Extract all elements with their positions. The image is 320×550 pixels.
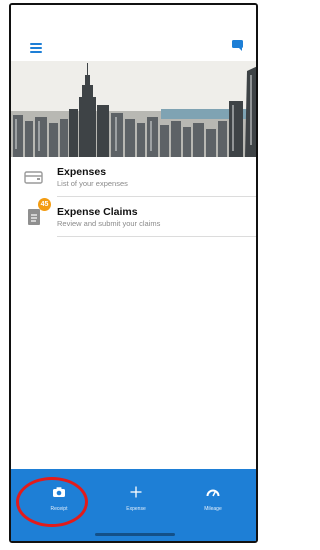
- menu-list: Expenses List of your expenses 45 Expens…: [11, 157, 256, 237]
- document-icon: [11, 206, 57, 228]
- expenses-subtitle: List of your expenses: [57, 179, 128, 188]
- speedometer-icon: [183, 485, 243, 503]
- expense-claims-title: Expense Claims: [57, 206, 138, 218]
- tab-expense[interactable]: Expense: [106, 485, 166, 512]
- hamburger-menu-icon[interactable]: [30, 43, 42, 53]
- expense-claims-subtitle: Review and submit your claims: [57, 219, 161, 228]
- claims-count-badge: 45: [38, 198, 51, 211]
- wallet-icon: [11, 169, 57, 185]
- list-item-expenses[interactable]: Expenses List of your expenses: [11, 157, 256, 197]
- expenses-title: Expenses: [57, 166, 107, 178]
- phone-screen: Expenses List of your expenses 45 Expens…: [9, 3, 258, 543]
- list-item-expense-claims[interactable]: 45 Expense Claims Review and submit your…: [11, 197, 256, 237]
- top-bar: [11, 5, 256, 61]
- home-indicator: [95, 533, 175, 536]
- hero-skyline-image: [11, 61, 256, 157]
- plus-icon: [106, 485, 166, 503]
- tab-mileage[interactable]: Mileage: [183, 485, 243, 512]
- chat-bubble-icon[interactable]: [231, 39, 244, 52]
- receipt-highlight-circle: [16, 477, 88, 527]
- tab-expense-label: Expense: [126, 506, 146, 512]
- tab-mileage-label: Mileage: [204, 506, 222, 512]
